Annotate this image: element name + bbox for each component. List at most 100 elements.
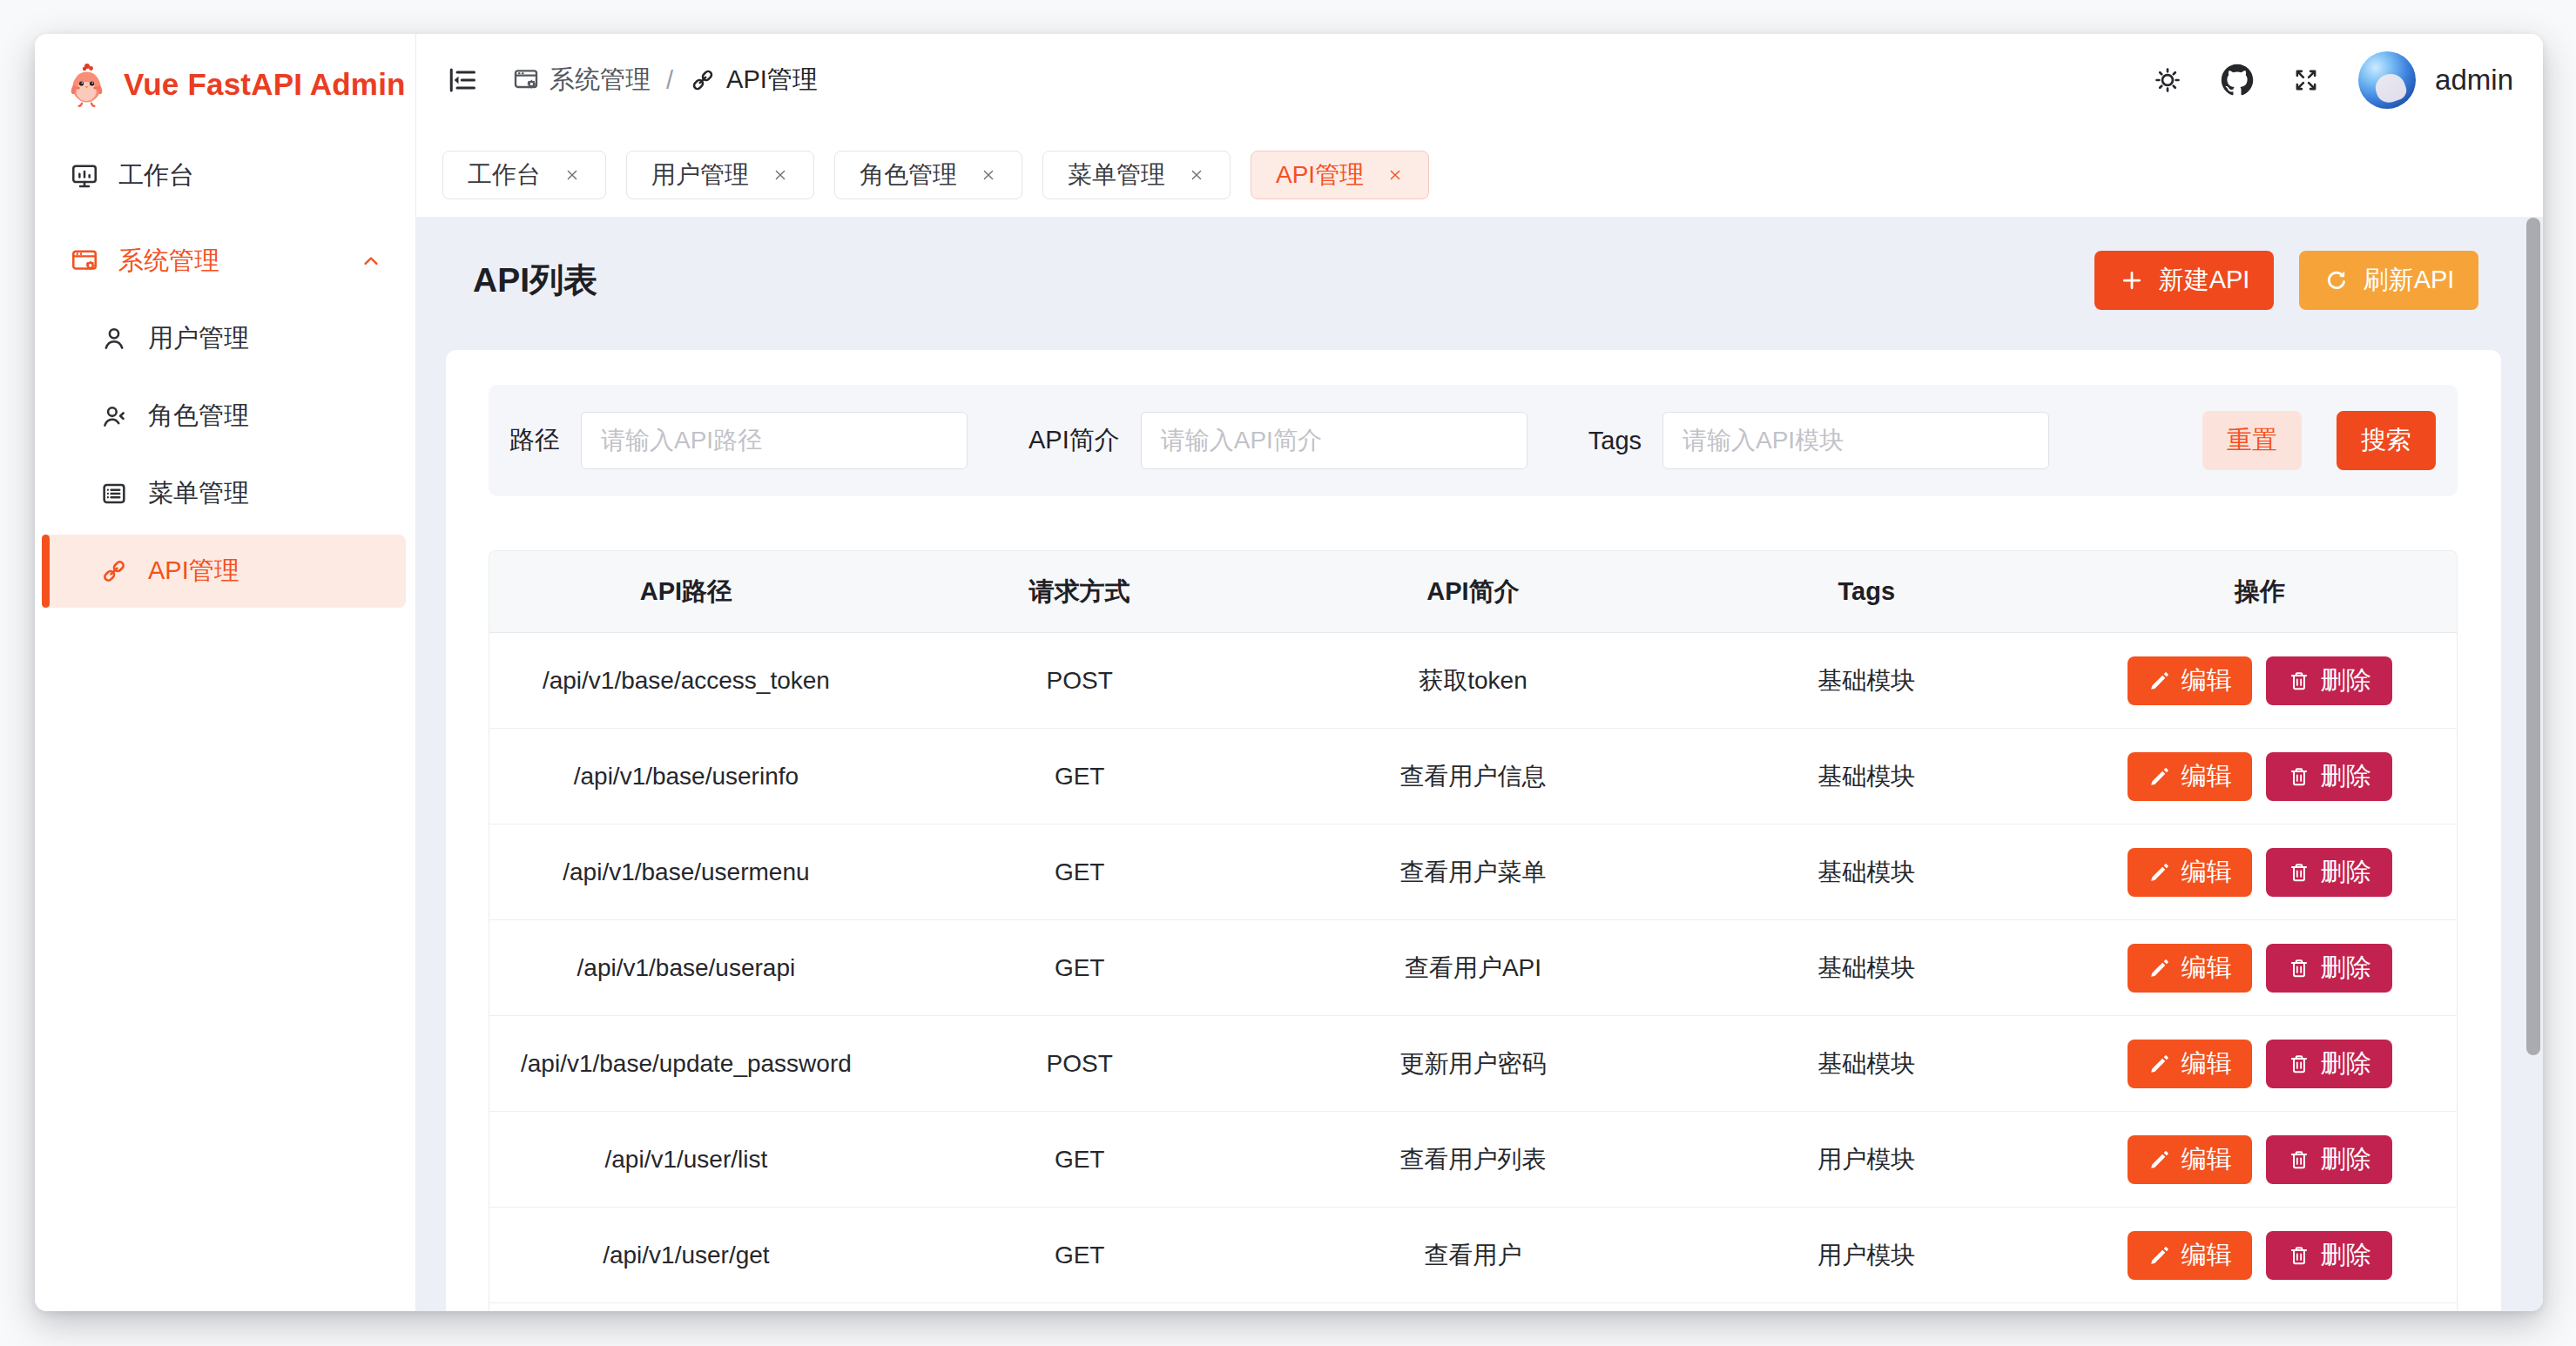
sidebar-item-system[interactable]: 系统管理 bbox=[42, 225, 406, 298]
collapse-sidebar-icon[interactable] bbox=[447, 64, 478, 96]
sidebar-item-roles[interactable]: 角色管理 bbox=[42, 380, 406, 453]
delete-button[interactable]: 删除 bbox=[2266, 944, 2392, 993]
main-area: 系统管理 / API管理 admin 工作台 用户管理 bbox=[416, 34, 2543, 1311]
sidebar-item-workbench[interactable]: 工作台 bbox=[42, 139, 406, 212]
breadcrumb-separator: / bbox=[666, 66, 673, 95]
trash-icon bbox=[2288, 1244, 2310, 1267]
tab-api[interactable]: API管理 bbox=[1251, 151, 1429, 199]
refresh-api-button[interactable]: 刷新API bbox=[2299, 251, 2478, 310]
trash-icon bbox=[2288, 670, 2310, 692]
page-head: API列表 新建API 刷新API bbox=[473, 250, 2478, 311]
pencil-icon bbox=[2148, 1148, 2171, 1171]
new-api-button[interactable]: 新建API bbox=[2094, 251, 2274, 310]
summary-label: API简介 bbox=[1028, 423, 1120, 458]
delete-button[interactable]: 删除 bbox=[2266, 1231, 2392, 1280]
delete-button[interactable]: 删除 bbox=[2266, 656, 2392, 705]
delete-button[interactable]: 删除 bbox=[2266, 1135, 2392, 1184]
tab-menus[interactable]: 菜单管理 bbox=[1042, 151, 1231, 199]
cell-path: /api/v1/base/userapi bbox=[489, 920, 883, 1015]
trash-icon bbox=[2288, 1053, 2310, 1075]
cell-actions: 编辑删除 bbox=[2063, 920, 2457, 1015]
tab-workbench[interactable]: 工作台 bbox=[442, 151, 606, 199]
username: admin bbox=[2435, 64, 2513, 97]
api-table-body: /api/v1/base/access_tokenPOST获取token基础模块… bbox=[489, 633, 2457, 1311]
sidebar-menu: 工作台 系统管理 用户管理 角色管理 菜单管理 API管理 bbox=[35, 139, 415, 608]
workbench-icon bbox=[70, 161, 99, 191]
table-row: /api/v1/user/getGET查看用户用户模块编辑删除 bbox=[489, 1208, 2457, 1303]
cell-path: /api/v1/base/userinfo bbox=[489, 729, 883, 824]
delete-button[interactable]: 删除 bbox=[2266, 1040, 2392, 1088]
app-window: Vue FastAPI Admin 工作台 系统管理 用户管理 角色管理 bbox=[35, 34, 2543, 1311]
table-row: /api/v1/base/usermenuGET查看用户菜单基础模块编辑删除 bbox=[489, 824, 2457, 920]
cell-summary: 查看用户菜单 bbox=[1277, 824, 1670, 919]
search-button[interactable]: 搜索 bbox=[2337, 411, 2436, 470]
cell-method: GET bbox=[883, 1208, 1277, 1302]
fullscreen-icon[interactable] bbox=[2292, 66, 2320, 94]
pencil-icon bbox=[2148, 861, 2171, 884]
api-list-card: 路径 API简介 Tags 重置 搜索 bbox=[446, 350, 2501, 1311]
cell-tags: 用户模块 bbox=[1669, 1208, 2063, 1302]
close-icon[interactable] bbox=[1188, 166, 1205, 184]
breadcrumb-item-system[interactable]: 系统管理 bbox=[512, 63, 651, 98]
header-actions: admin bbox=[2153, 51, 2513, 109]
trash-icon bbox=[2288, 957, 2310, 979]
close-icon[interactable] bbox=[563, 166, 581, 184]
table-row: /api/v1/base/update_passwordPOST更新用户密码基础… bbox=[489, 1016, 2457, 1112]
cell-tags: 基础模块 bbox=[1669, 920, 2063, 1015]
cell-actions: 编辑删除 bbox=[2063, 1208, 2457, 1302]
edit-button[interactable]: 编辑 bbox=[2128, 752, 2252, 801]
cell-summary: 更新用户密码 bbox=[1277, 1016, 1670, 1111]
cell-path: /api/v1/user/get bbox=[489, 1208, 883, 1302]
cell-tags: 基础模块 bbox=[1669, 729, 2063, 824]
cell-method: GET bbox=[883, 729, 1277, 824]
cell-actions: 编辑删除 bbox=[2063, 1112, 2457, 1207]
app-logo[interactable]: Vue FastAPI Admin bbox=[35, 34, 415, 107]
vertical-scrollbar[interactable] bbox=[2526, 218, 2540, 1055]
sidebar-item-users[interactable]: 用户管理 bbox=[42, 302, 406, 375]
path-input[interactable] bbox=[581, 412, 968, 469]
close-icon[interactable] bbox=[772, 166, 789, 184]
close-icon[interactable] bbox=[980, 166, 997, 184]
summary-input[interactable] bbox=[1141, 412, 1527, 469]
delete-button[interactable]: 删除 bbox=[2266, 848, 2392, 897]
cell-summary: 查看用户 bbox=[1277, 1208, 1670, 1302]
cell-tags: 用户模块 bbox=[1669, 1112, 2063, 1207]
table-row: /api/v1/user/listGET查看用户列表用户模块编辑删除 bbox=[489, 1112, 2457, 1208]
cell-method: POST bbox=[883, 1016, 1277, 1111]
header: 系统管理 / API管理 admin bbox=[416, 34, 2543, 135]
table-row: /api/v1/base/userapiGET查看用户API基础模块编辑删除 bbox=[489, 920, 2457, 1016]
delete-button[interactable]: 删除 bbox=[2266, 752, 2392, 801]
cell-path: /api/v1/base/access_token bbox=[489, 633, 883, 728]
tab-users[interactable]: 用户管理 bbox=[626, 151, 814, 199]
cell-path: /api/v1/base/usermenu bbox=[489, 824, 883, 919]
sidebar-item-label: 角色管理 bbox=[148, 399, 249, 434]
user-menu[interactable]: admin bbox=[2358, 51, 2513, 109]
cell-summary: 获取token bbox=[1277, 633, 1670, 728]
tab-roles[interactable]: 角色管理 bbox=[834, 151, 1022, 199]
cell-method: GET bbox=[883, 1112, 1277, 1207]
filter-bar: 路径 API简介 Tags 重置 搜索 bbox=[489, 385, 2458, 496]
system-icon bbox=[70, 246, 99, 276]
trash-icon bbox=[2288, 1148, 2310, 1171]
tags-input[interactable] bbox=[1662, 412, 2049, 469]
edit-button[interactable]: 编辑 bbox=[2128, 944, 2252, 993]
reset-button[interactable]: 重置 bbox=[2202, 411, 2302, 470]
trash-icon bbox=[2288, 765, 2310, 788]
role-icon bbox=[99, 401, 129, 431]
breadcrumb-item-api[interactable]: API管理 bbox=[689, 63, 818, 98]
pencil-icon bbox=[2148, 765, 2171, 788]
cell-tags: 基础模块 bbox=[1669, 824, 2063, 919]
theme-toggle-icon[interactable] bbox=[2153, 65, 2182, 95]
edit-button[interactable]: 编辑 bbox=[2128, 1040, 2252, 1088]
pencil-icon bbox=[2148, 1244, 2171, 1267]
edit-button[interactable]: 编辑 bbox=[2128, 1135, 2252, 1184]
edit-button[interactable]: 编辑 bbox=[2128, 848, 2252, 897]
pencil-icon bbox=[2148, 670, 2171, 692]
edit-button[interactable]: 编辑 bbox=[2128, 656, 2252, 705]
edit-button[interactable]: 编辑 bbox=[2128, 1231, 2252, 1280]
cell-actions: 编辑删除 bbox=[2063, 824, 2457, 919]
github-icon[interactable] bbox=[2221, 64, 2254, 97]
sidebar-item-menus[interactable]: 菜单管理 bbox=[42, 457, 406, 530]
close-icon[interactable] bbox=[1386, 166, 1404, 184]
sidebar-item-api[interactable]: API管理 bbox=[42, 535, 406, 608]
